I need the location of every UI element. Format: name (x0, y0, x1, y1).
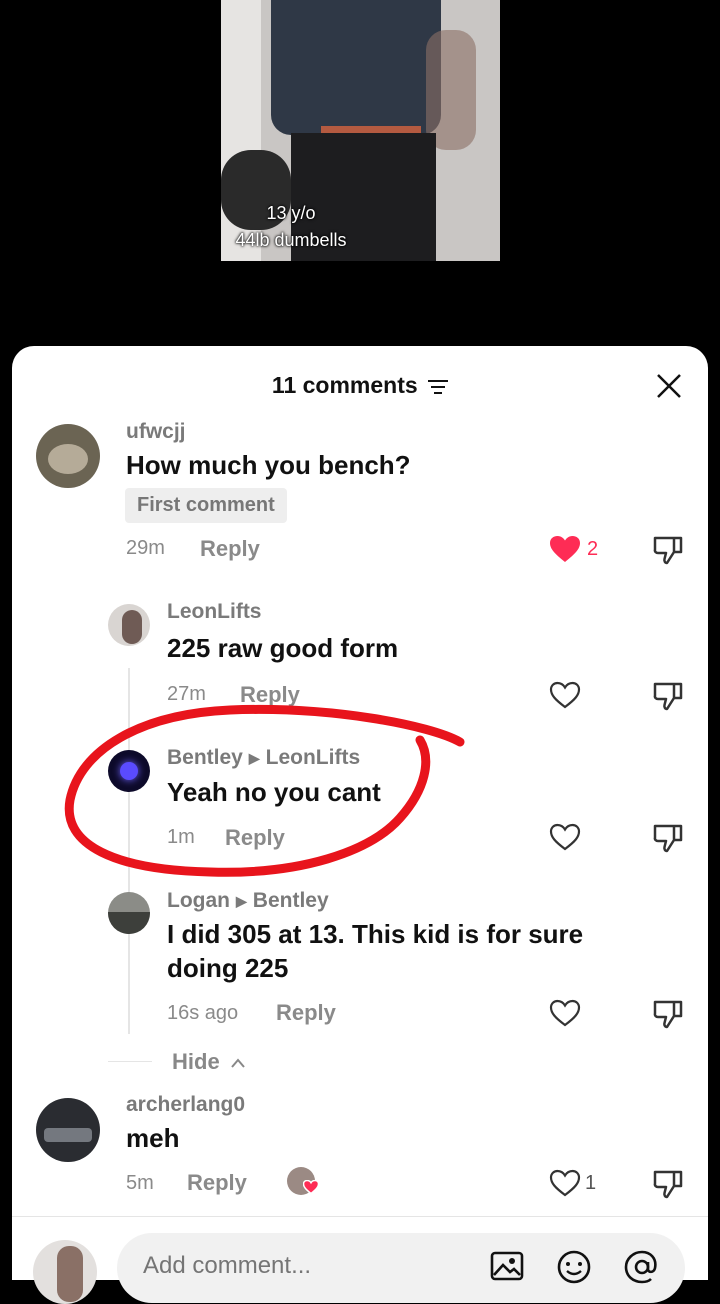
comment-time: 27m (167, 683, 206, 705)
reply-button[interactable]: Reply (225, 825, 285, 851)
reply-button[interactable]: Reply (276, 1000, 336, 1026)
avatar[interactable] (36, 424, 100, 488)
heart-icon[interactable] (549, 1169, 581, 1197)
comment-username[interactable]: LeonLifts (167, 600, 262, 624)
heart-icon[interactable] (549, 681, 581, 709)
hide-replies-button[interactable]: Hide (172, 1049, 246, 1075)
dislike-icon[interactable] (652, 823, 684, 853)
video-caption-line2: 44lb dumbells (235, 230, 347, 250)
comment-username[interactable]: archerlang0 (126, 1093, 245, 1117)
comment-time: 1m (167, 826, 195, 848)
dislike-icon[interactable] (652, 681, 684, 711)
hide-divider (108, 1061, 152, 1062)
avatar[interactable] (108, 750, 150, 792)
emoji-icon[interactable] (555, 1250, 593, 1284)
dislike-icon[interactable] (652, 535, 684, 565)
comment-text: Yeah no you cant (167, 777, 381, 807)
dislike-icon[interactable] (652, 1169, 684, 1199)
comment-text: 225 raw good form (167, 633, 399, 663)
comment-username[interactable]: ufwcjj (126, 420, 186, 444)
reply-to-username[interactable]: Bentley (253, 889, 329, 912)
my-avatar[interactable] (33, 1240, 97, 1304)
like-count: 1 (585, 1172, 597, 1194)
comments-header: 11 comments (0, 372, 720, 399)
comment-text-line2: doing 225 (167, 953, 289, 983)
comment-text: How much you bench? (126, 450, 411, 480)
comment-time: 5m (126, 1172, 154, 1194)
heart-icon[interactable] (549, 999, 581, 1027)
reply-to-username[interactable]: LeonLifts (266, 746, 361, 769)
comment-sheet (12, 346, 708, 1280)
heart-filled-icon[interactable] (549, 535, 581, 563)
like-count: 2 (587, 538, 599, 560)
comment-time: 29m (126, 537, 165, 559)
comment-composer[interactable] (117, 1233, 685, 1303)
comment-text-line1: I did 305 at 13. This kid is for sure (167, 919, 584, 949)
hide-label: Hide (172, 1049, 220, 1074)
comment-text: meh (126, 1123, 180, 1153)
avatar[interactable] (108, 892, 150, 934)
image-icon[interactable] (490, 1251, 524, 1281)
chevron-up-icon (231, 1058, 245, 1068)
reply-arrow-icon: ▶ (248, 749, 260, 766)
video-arm (426, 30, 476, 150)
comment-time: 16s ago (167, 1002, 239, 1024)
comment-input[interactable] (141, 1251, 475, 1281)
dislike-icon[interactable] (652, 999, 684, 1029)
comment-username-row: Bentley ▶ LeonLifts (167, 746, 360, 770)
comments-count-title: 11 comments (271, 372, 418, 398)
reply-arrow-icon: ▶ (236, 892, 247, 909)
reply-button[interactable]: Reply (200, 536, 260, 562)
reply-button[interactable]: Reply (187, 1170, 247, 1196)
comment-username-row: Logan ▶ Bentley (167, 889, 329, 913)
first-comment-badge: First comment (125, 488, 287, 523)
composer-divider (12, 1216, 708, 1217)
mention-icon[interactable] (622, 1250, 662, 1284)
close-icon[interactable] (655, 372, 683, 400)
comment-username[interactable]: Logan (167, 889, 230, 912)
thread-line (128, 668, 130, 1034)
video-shirt (271, 0, 441, 135)
reply-button[interactable]: Reply (240, 682, 300, 708)
avatar[interactable] (108, 604, 150, 646)
video-caption-line1: 13 y/o (266, 203, 316, 223)
heart-icon[interactable] (549, 823, 581, 851)
avatar[interactable] (36, 1098, 100, 1162)
video-thumbnail[interactable]: 13 y/o 44lb dumbells (221, 0, 500, 261)
creator-heart-icon (303, 1180, 319, 1194)
filter-icon[interactable] (428, 379, 449, 394)
comment-username[interactable]: Bentley (167, 746, 243, 769)
